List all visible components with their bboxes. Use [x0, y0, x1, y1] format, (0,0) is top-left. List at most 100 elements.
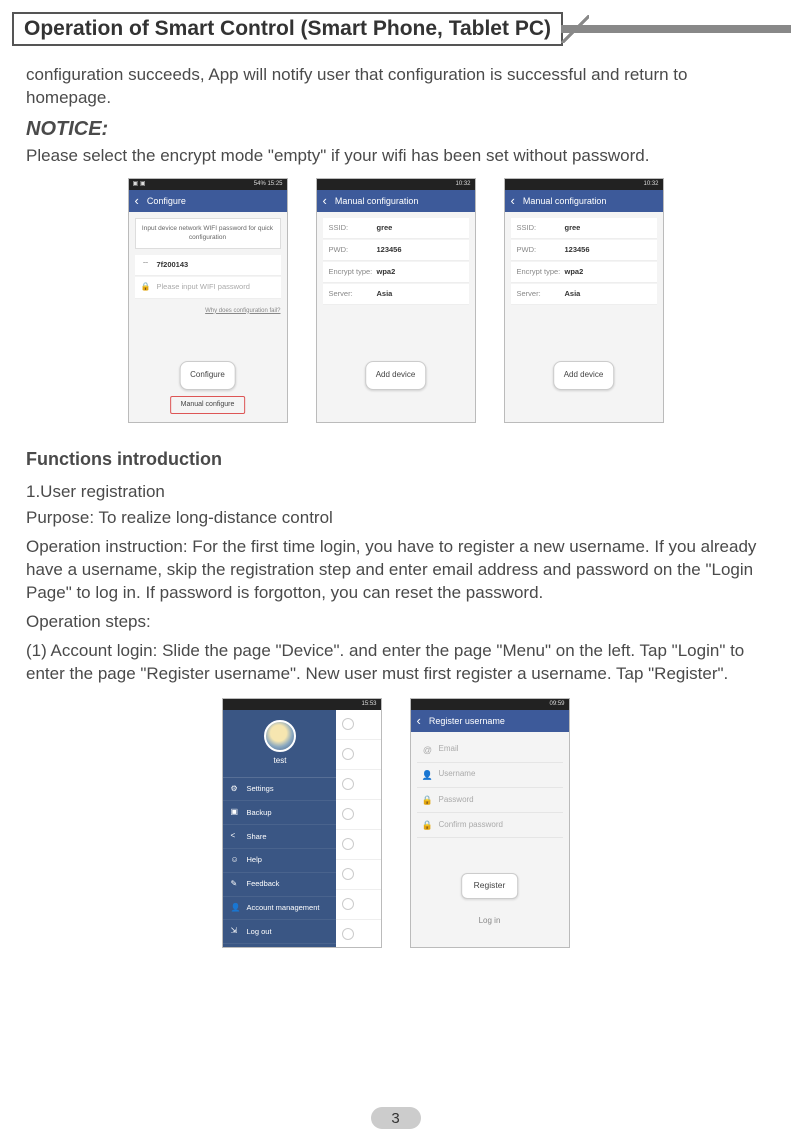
pwd-row[interactable]: PWD:123456	[323, 240, 469, 261]
lock-icon: 🔒	[421, 794, 435, 806]
password-field[interactable]: 🔒 Password	[417, 788, 563, 813]
add-device-button[interactable]: Add device	[553, 361, 615, 390]
list-item[interactable]	[336, 920, 381, 948]
status-right: 15:53	[361, 700, 376, 708]
status-right: 09:59	[549, 700, 564, 708]
field-label: SSID:	[329, 223, 377, 233]
status-right: 54% 15:25	[254, 180, 283, 188]
menu-label: Account management	[247, 903, 320, 913]
info-text: Input device network WIFI password for q…	[135, 218, 281, 250]
back-icon[interactable]: ‹	[511, 192, 515, 210]
document-body: configuration succeeds, App will notify …	[0, 64, 791, 948]
ssid-row[interactable]: SSID:gree	[511, 218, 657, 239]
menu-item-account[interactable]: 👤 Account management	[223, 897, 338, 921]
page-title: Operation of Smart Control (Smart Phone,…	[12, 12, 563, 46]
confirm-password-field[interactable]: 🔒Confirm password	[417, 813, 563, 838]
share-icon: <	[231, 831, 241, 842]
back-icon[interactable]: ‹	[135, 192, 139, 210]
field-value: Asia	[565, 289, 581, 299]
device-icon	[342, 718, 354, 730]
field-label: Encrypt type:	[517, 267, 565, 277]
app-titlebar: ‹ Manual configuration	[317, 190, 475, 212]
menu-item-settings[interactable]: ⚙Settings	[223, 778, 338, 802]
app-titlebar: ‹ Register username	[411, 710, 569, 732]
lock-icon: 🔒	[141, 283, 151, 293]
menu-label: Log out	[247, 927, 272, 937]
register-button[interactable]: Register	[461, 873, 519, 898]
list-item[interactable]	[336, 710, 381, 740]
person-icon: 👤	[231, 903, 241, 914]
menu-item-help[interactable]: ☺Help	[223, 849, 338, 873]
help-icon: ☺	[231, 855, 241, 866]
operation-step-1: (1) Account login: Slide the page "Devic…	[26, 640, 765, 686]
device-list-strip	[336, 710, 381, 947]
username-field[interactable]: 👤Username	[417, 763, 563, 788]
notice-text: Please select the encrypt mode "empty" i…	[26, 145, 765, 168]
field-label: Server:	[517, 289, 565, 299]
encrypt-row[interactable]: Encrypt type:wpa2	[511, 262, 657, 283]
avatar-icon	[264, 720, 296, 752]
encrypt-row[interactable]: Encrypt type:wpa2	[323, 262, 469, 283]
status-bar: 15:53	[223, 699, 381, 710]
list-item[interactable]	[336, 890, 381, 920]
phone-body: SSID:gree PWD:123456 Encrypt type:wpa2 S…	[505, 212, 663, 422]
avatar-area[interactable]: test	[223, 710, 338, 778]
register-body: @ Email 👤Username 🔒 Password 🔒Confirm pass…	[411, 732, 569, 947]
menu-item-backup[interactable]: ▣Backup	[223, 801, 338, 825]
menu-label: Backup	[247, 808, 272, 818]
password-placeholder: Password	[439, 795, 474, 806]
field-label: Server:	[329, 289, 377, 299]
field-value: 123456	[377, 245, 402, 255]
status-right: 10:32	[643, 180, 658, 188]
field-value: wpa2	[377, 267, 396, 277]
back-icon[interactable]: ‹	[417, 712, 421, 730]
server-row[interactable]: Server:Asia	[323, 284, 469, 305]
user-registration-heading: 1.User registration	[26, 481, 765, 504]
email-icon: @	[421, 744, 435, 756]
field-value: gree	[565, 223, 581, 233]
confirm-password-placeholder: Confirm password	[439, 820, 503, 831]
device-icon	[342, 808, 354, 820]
email-field[interactable]: @ Email	[417, 738, 563, 763]
status-bar: 10:32	[317, 179, 475, 190]
menu-item-logout[interactable]: ⇲ Log out	[223, 920, 338, 944]
pwd-row[interactable]: PWD:123456	[511, 240, 657, 261]
ssid-row[interactable]: SSID:gree	[323, 218, 469, 239]
screenshot-register: 09:59 ‹ Register username @ Email 👤Userna…	[410, 698, 570, 948]
field-value: wpa2	[565, 267, 584, 277]
configure-button[interactable]: Configure	[179, 361, 236, 390]
purpose-text: Purpose: To realize long-distance contro…	[26, 507, 765, 530]
list-item[interactable]	[336, 860, 381, 890]
wifi-ssid-row[interactable]: ⌔ 7f200143	[135, 255, 281, 276]
manual-configure-button[interactable]: Manual configure	[170, 396, 246, 413]
titlebar-text: Manual configuration	[335, 195, 419, 207]
field-label: PWD:	[517, 245, 565, 255]
email-placeholder: Email	[439, 744, 459, 755]
intro-paragraph: configuration succeeds, App will notify …	[26, 64, 765, 110]
screenshot-manual-config-2: 10:32 ‹ Manual configuration SSID:gree P…	[504, 178, 664, 423]
list-item[interactable]	[336, 800, 381, 830]
device-icon	[342, 898, 354, 910]
list-item[interactable]	[336, 770, 381, 800]
menu-item-feedback[interactable]: ✎Feedback	[223, 873, 338, 897]
titlebar-text: Manual configuration	[523, 195, 607, 207]
login-link[interactable]: Log in	[411, 916, 569, 927]
field-label: Encrypt type:	[329, 267, 377, 277]
field-label: SSID:	[517, 223, 565, 233]
wifi-password-placeholder: Please input WIFI password	[157, 282, 250, 292]
server-row[interactable]: Server:Asia	[511, 284, 657, 305]
logout-icon: ⇲	[231, 926, 241, 937]
list-item[interactable]	[336, 830, 381, 860]
back-icon[interactable]: ‹	[323, 192, 327, 210]
side-menu: test ⚙Settings ▣Backup <Share ☺Help ✎Fee…	[223, 710, 338, 947]
list-item[interactable]	[336, 740, 381, 770]
add-device-button[interactable]: Add device	[365, 361, 427, 390]
status-bar: 09:59	[411, 699, 569, 710]
username-label: test	[274, 756, 287, 767]
status-bar: ▣ ▣ 54% 15:25	[129, 179, 287, 190]
operation-instruction-text: Operation instruction: For the first tim…	[26, 536, 765, 605]
notice-heading: NOTICE:	[26, 116, 765, 143]
wifi-password-row[interactable]: 🔒 Please input WIFI password	[135, 277, 281, 298]
config-fail-link[interactable]: Why does configuration fail?	[135, 307, 281, 315]
menu-item-share[interactable]: <Share	[223, 825, 338, 849]
